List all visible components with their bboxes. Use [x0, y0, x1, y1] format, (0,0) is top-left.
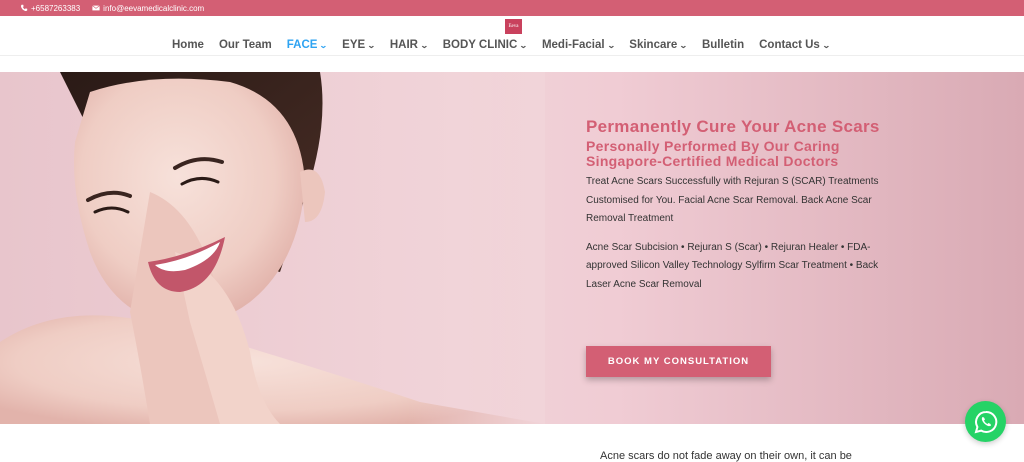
phone-contact[interactable]: +6587263383	[20, 4, 80, 13]
chevron-down-icon: ⌄	[606, 40, 616, 50]
hero-banner: Permanently Cure Your Acne Scars Persona…	[0, 72, 1024, 424]
chevron-down-icon: ⌄	[821, 40, 831, 50]
whatsapp-icon	[974, 410, 997, 433]
whatsapp-chat-button[interactable]	[965, 401, 1006, 442]
nav-item-skincare[interactable]: Skincare ⌄	[629, 39, 688, 51]
nav-item-label: Contact Us	[759, 39, 820, 51]
nav-item-bulletin[interactable]: Bulletin	[702, 39, 744, 51]
nav-item-label: Medi-Facial	[541, 39, 605, 51]
site-header: Eeva Home Our Team FACE ⌄ EYE ⌄ HAIR ⌄ BODY CLIN…	[0, 16, 1024, 56]
site-logo[interactable]: Eeva	[505, 19, 522, 34]
nav-item-label: Skincare	[629, 39, 678, 51]
email-address[interactable]: info@eevamedicalclinic.com	[103, 4, 204, 13]
email-contact[interactable]: info@eevamedicalclinic.com	[92, 4, 204, 13]
nav-item-label: Home	[172, 39, 204, 51]
nav-item-label: EYE	[342, 39, 366, 51]
chevron-down-icon: ⌄	[519, 40, 528, 50]
hero-portrait-image	[0, 72, 545, 424]
nav-item-contact-us[interactable]: Contact Us ⌄	[759, 39, 831, 51]
nav-item-medi-facial[interactable]: Medi-Facial ⌄	[541, 39, 616, 51]
nav-item-our-team[interactable]: Our Team	[219, 39, 272, 51]
chevron-down-icon: ⌄	[319, 40, 329, 50]
book-consultation-button[interactable]: BOOK MY CONSULTATION	[586, 346, 771, 377]
nav-item-eye[interactable]: EYE ⌄	[342, 39, 376, 51]
chevron-down-icon: ⌄	[367, 40, 376, 50]
phone-icon	[20, 4, 28, 12]
nav-item-body-clinic[interactable]: BODY CLINIC ⌄	[442, 39, 528, 51]
top-contact-bar: +6587263383 info@eevamedicalclinic.com	[0, 0, 1024, 16]
nav-item-home[interactable]: Home	[172, 39, 204, 51]
hero-subtitle: Personally Performed By Our Caring Singa…	[586, 138, 840, 169]
hero-treatments: Acne Scar Subcision • Rejuran S (Scar) •…	[586, 241, 879, 290]
hero-description: Treat Acne Scars Successfully with Rejur…	[586, 176, 879, 224]
hero-title: Permanently Cure Your Acne Scars	[586, 117, 880, 136]
hero-content: Permanently Cure Your Acne Scars Persona…	[586, 118, 886, 294]
nav-item-hair[interactable]: HAIR ⌄	[389, 39, 429, 51]
nav-item-label: FACE	[286, 39, 318, 51]
chevron-down-icon: ⌄	[419, 40, 429, 50]
envelope-icon	[92, 5, 100, 11]
chevron-down-icon: ⌄	[679, 40, 688, 50]
nav-item-label: Our Team	[218, 39, 272, 51]
nav-item-label: HAIR	[389, 39, 418, 51]
phone-number[interactable]: +6587263383	[31, 4, 80, 13]
intro-text: Acne scars do not fade away on their own…	[600, 450, 852, 462]
logo-text: Eeva	[508, 24, 519, 29]
nav-item-face[interactable]: FACE ⌄	[286, 39, 329, 51]
main-nav: Home Our Team FACE ⌄ EYE ⌄ HAIR ⌄ BODY CLINIC ⌄ Me…	[172, 39, 845, 51]
nav-item-label: Bulletin	[701, 39, 745, 51]
nav-item-label: BODY CLINIC	[442, 39, 518, 51]
